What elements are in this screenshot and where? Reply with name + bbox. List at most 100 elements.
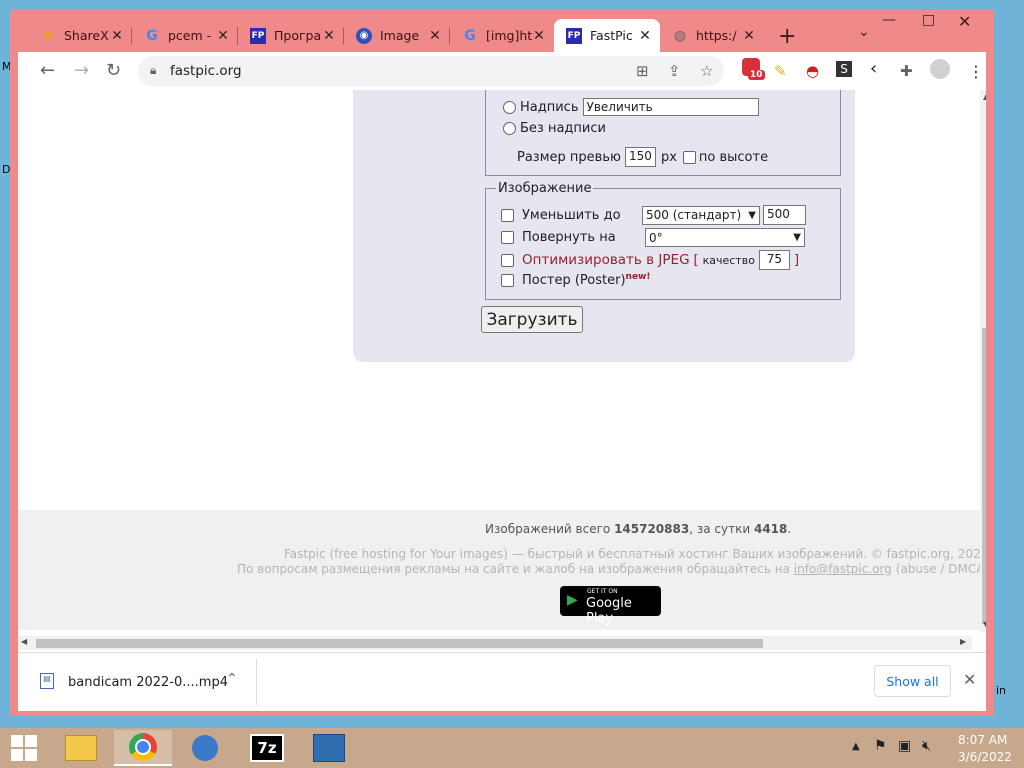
start-button[interactable] [0, 730, 48, 766]
caption-radio[interactable] [503, 100, 516, 114]
new-tab-button[interactable]: + [778, 24, 796, 49]
menu-kebab-icon[interactable]: ⋮ [968, 62, 984, 81]
reduce-select[interactable]: 500 (стандарт) ▼ [642, 205, 760, 225]
tab-programs[interactable]: FP Програ ✕ [238, 19, 344, 52]
tab-https[interactable]: ◍ https:/ ✕ [660, 19, 764, 52]
clock-time[interactable]: 8:07 AM [958, 733, 1007, 747]
volume-muted-icon[interactable]: 🔇︎ [922, 738, 931, 754]
optimize-row: Оптимизировать в JPEG [ качество 75 ] [501, 250, 799, 270]
bookmark-star-icon[interactable]: ☆ [700, 62, 713, 80]
rotate-select[interactable]: 0° ▼ [645, 228, 805, 247]
tab-strip: ✹ ShareX ✕ G pcem - ✕ FP Програ ✕ ◉ Imag… [10, 10, 994, 52]
tab-title: Програ [274, 28, 322, 43]
caption-input[interactable]: Увеличить [582, 98, 759, 116]
upload-form-card: Надпись Увеличить Без надписи Размер пре… [353, 90, 855, 362]
bandicam-folder-icon[interactable] [300, 730, 358, 766]
show-all-button[interactable]: Show all [874, 665, 951, 697]
poster-checkbox[interactable] [501, 274, 514, 287]
rotate-checkbox[interactable] [501, 231, 514, 244]
google-icon: G [464, 27, 476, 44]
reduce-label: Уменьшить до [522, 207, 621, 223]
chevron-down-icon: ▼ [793, 232, 801, 243]
tab-title: FastPic [590, 28, 633, 43]
network-icon[interactable]: ▣ [898, 738, 911, 754]
upload-button[interactable]: Загрузить [481, 306, 583, 333]
file-explorer-icon[interactable] [52, 730, 110, 766]
footer-contact: По вопросам размещения рекламы на сайте … [237, 562, 986, 576]
vertical-scrollbar[interactable]: ▲ ▼ [980, 90, 986, 632]
close-tab-icon[interactable]: ✕ [532, 28, 546, 44]
download-filename[interactable]: bandicam 2022-0....mp4 [68, 675, 228, 690]
desktop-fragment: in [996, 684, 1007, 697]
chevron-down-icon: ▼ [748, 209, 756, 221]
maximize-button[interactable]: □ [922, 12, 935, 28]
horizontal-scroll-thumb[interactable] [36, 639, 763, 648]
horizontal-scrollbar[interactable]: ◀ ▶ [18, 636, 972, 650]
highlighter-icon[interactable]: ✎ [774, 62, 787, 80]
share-icon[interactable]: ⇪ [668, 62, 681, 80]
reload-icon[interactable]: ↻ [106, 60, 121, 81]
by-height-checkbox[interactable] [682, 150, 696, 164]
chevron-up-icon[interactable]: ⌃ [226, 671, 238, 687]
forward-arrow-icon[interactable]: → [74, 60, 89, 81]
email-link[interactable]: info@fastpic.org [794, 562, 892, 576]
reduce-value-input[interactable]: 500 [763, 205, 806, 225]
by-height-label: по высоте [698, 149, 769, 165]
bracket-open: [ [693, 252, 699, 268]
address-bar[interactable]: 🔒︎ fastpic.org ⊞ ⇪ ☆ [138, 56, 724, 86]
stats-total: 145720883 [614, 522, 690, 536]
stats-day: 4418 [753, 522, 788, 536]
stats-line: Изображений всего 145720883, за сутки 44… [485, 522, 792, 536]
show-hidden-icons-chevron[interactable]: ▲ [852, 741, 860, 752]
translate-icon[interactable]: ⊞ [636, 62, 649, 80]
minimize-button[interactable]: — [882, 12, 896, 28]
close-tab-icon[interactable]: ✕ [742, 28, 756, 44]
tab-search-chevron-icon[interactable]: ⌄ [858, 24, 870, 40]
close-tab-icon[interactable]: ✕ [428, 28, 442, 44]
close-tab-icon[interactable]: ✕ [638, 28, 652, 44]
profile-avatar-icon[interactable] [930, 59, 950, 79]
7zip-icon[interactable]: 7z [238, 730, 296, 766]
no-caption-radio[interactable] [503, 122, 516, 135]
close-tab-icon[interactable]: ✕ [110, 28, 124, 44]
reduce-checkbox[interactable] [501, 208, 514, 222]
browser-toolbar: ← → ↻ 🔒︎ fastpic.org ⊞ ⇪ ☆ 10 ✎ ◓ S ‹ ✚ … [18, 52, 986, 90]
optimize-checkbox[interactable] [501, 253, 514, 267]
image-legend: Изображение [498, 181, 592, 196]
browser-window: ✹ ShareX ✕ G pcem - ✕ FP Програ ✕ ◉ Imag… [10, 10, 994, 716]
close-tab-icon[interactable]: ✕ [322, 28, 336, 44]
vertical-scroll-thumb[interactable] [982, 328, 986, 624]
bracket-close: ] [793, 252, 800, 268]
preview-size-row: Размер превью 150 px по высоте [517, 147, 768, 167]
close-download-shelf-icon[interactable]: ✕ [963, 670, 976, 689]
extension-badge-icon[interactable]: 10 [742, 58, 765, 80]
globe-icon: ◍ [673, 27, 687, 44]
tab-img-html[interactable]: G [img]ht ✕ [450, 19, 554, 52]
image-icon: ◉ [356, 27, 372, 44]
puzzle-extensions-icon[interactable]: ✚ [900, 62, 913, 80]
flag-icon[interactable]: ⚑ [874, 738, 887, 754]
chrome-icon[interactable] [114, 730, 172, 766]
close-tab-icon[interactable]: ✕ [216, 28, 230, 44]
s-extension-icon[interactable]: S [836, 61, 852, 77]
close-window-button[interactable]: ✕ [958, 12, 971, 31]
app-globe-icon[interactable] [176, 730, 234, 766]
ghost-icon[interactable]: ◓ [806, 62, 819, 80]
google-play-badge[interactable]: ▶ GET IT ON Google Play [560, 586, 661, 626]
tab-sharex[interactable]: ✹ ShareX ✕ [28, 19, 132, 52]
tab-pcem[interactable]: G pcem - ✕ [132, 19, 238, 52]
back-arrow-icon[interactable]: ← [40, 60, 55, 81]
clock-date[interactable]: 3/6/2022 [958, 750, 1012, 764]
video-file-icon: ▤ [40, 673, 54, 689]
scroll-up-icon: ▲ [983, 92, 986, 101]
px-unit-label: px [660, 149, 677, 165]
chevron-left-icon[interactable]: ‹ [870, 58, 877, 79]
no-caption-label: Без надписи [520, 121, 606, 136]
quality-label: качество [702, 253, 755, 267]
tab-fastpic[interactable]: FP FastPic ✕ [554, 19, 660, 52]
optimize-jpeg-label: Оптимизировать в JPEG [522, 252, 690, 268]
tab-title: ShareX [64, 28, 109, 43]
quality-input[interactable]: 75 [758, 250, 790, 270]
preview-size-input[interactable]: 150 [624, 147, 656, 167]
tab-image[interactable]: ◉ Image ✕ [344, 19, 450, 52]
